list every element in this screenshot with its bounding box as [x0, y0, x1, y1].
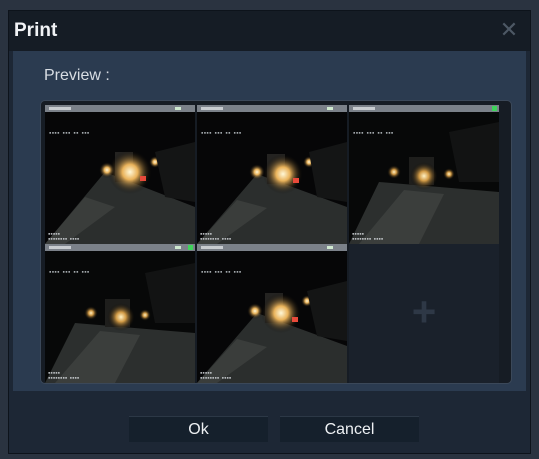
camera-thumbnail[interactable]: ▪▪▪▪ ▪▪▪ ▪▪ ▪▪▪ ▪▪▪▪▪ ▪▪▪▪▪▪▪▪ ▪▪▪▪	[45, 244, 195, 383]
plus-icon: +	[411, 288, 437, 335]
camera-info-text: ▪▪▪▪▪ ▪▪▪▪▪▪▪▪ ▪▪▪▪	[352, 231, 384, 241]
preview-grid: ▪▪▪▪ ▪▪▪ ▪▪ ▪▪▪ ▪▪▪▪▪ ▪▪▪▪▪▪▪▪ ▪▪▪▪ ▪▪▪▪ …	[40, 100, 512, 384]
title-bar: Print ✕	[9, 11, 530, 51]
camera-thumbnail[interactable]: ▪▪▪▪ ▪▪▪ ▪▪ ▪▪▪ ▪▪▪▪▪ ▪▪▪▪▪▪▪▪ ▪▪▪▪	[45, 105, 195, 244]
camera-osd-text: ▪▪▪▪ ▪▪▪ ▪▪ ▪▪▪	[201, 130, 242, 135]
empty-camera-slot[interactable]: +	[349, 244, 499, 383]
cancel-button[interactable]: Cancel	[280, 416, 419, 442]
ok-button[interactable]: Ok	[129, 416, 268, 442]
camera-header-bar	[349, 105, 499, 112]
camera-osd-text: ▪▪▪▪ ▪▪▪ ▪▪ ▪▪▪	[49, 269, 90, 274]
preview-label: Preview :	[44, 67, 110, 84]
dialog-title: Print	[14, 20, 58, 41]
camera-thumbnail[interactable]: ▪▪▪▪ ▪▪▪ ▪▪ ▪▪▪ ▪▪▪▪▪ ▪▪▪▪▪▪▪▪ ▪▪▪▪	[349, 105, 499, 244]
camera-osd-text: ▪▪▪▪ ▪▪▪ ▪▪ ▪▪▪	[201, 269, 242, 274]
camera-info-text: ▪▪▪▪▪ ▪▪▪▪▪▪▪▪ ▪▪▪▪	[48, 370, 80, 380]
camera-info-text: ▪▪▪▪▪ ▪▪▪▪▪▪▪▪ ▪▪▪▪	[200, 370, 232, 380]
camera-header-bar	[197, 105, 347, 112]
camera-info-text: ▪▪▪▪▪ ▪▪▪▪▪▪▪▪ ▪▪▪▪	[200, 231, 232, 241]
camera-thumbnail[interactable]: ▪▪▪▪ ▪▪▪ ▪▪ ▪▪▪ ▪▪▪▪▪ ▪▪▪▪▪▪▪▪ ▪▪▪▪	[197, 105, 347, 244]
camera-info-text: ▪▪▪▪▪ ▪▪▪▪▪▪▪▪ ▪▪▪▪	[48, 231, 80, 241]
camera-osd-text: ▪▪▪▪ ▪▪▪ ▪▪ ▪▪▪	[49, 130, 90, 135]
close-icon[interactable]: ✕	[498, 19, 520, 41]
camera-header-bar	[45, 105, 195, 112]
camera-thumbnail[interactable]: ▪▪▪▪ ▪▪▪ ▪▪ ▪▪▪ ▪▪▪▪▪ ▪▪▪▪▪▪▪▪ ▪▪▪▪	[197, 244, 347, 383]
camera-header-bar	[45, 244, 195, 251]
camera-osd-text: ▪▪▪▪ ▪▪▪ ▪▪ ▪▪▪	[353, 130, 394, 135]
camera-header-bar	[197, 244, 347, 251]
